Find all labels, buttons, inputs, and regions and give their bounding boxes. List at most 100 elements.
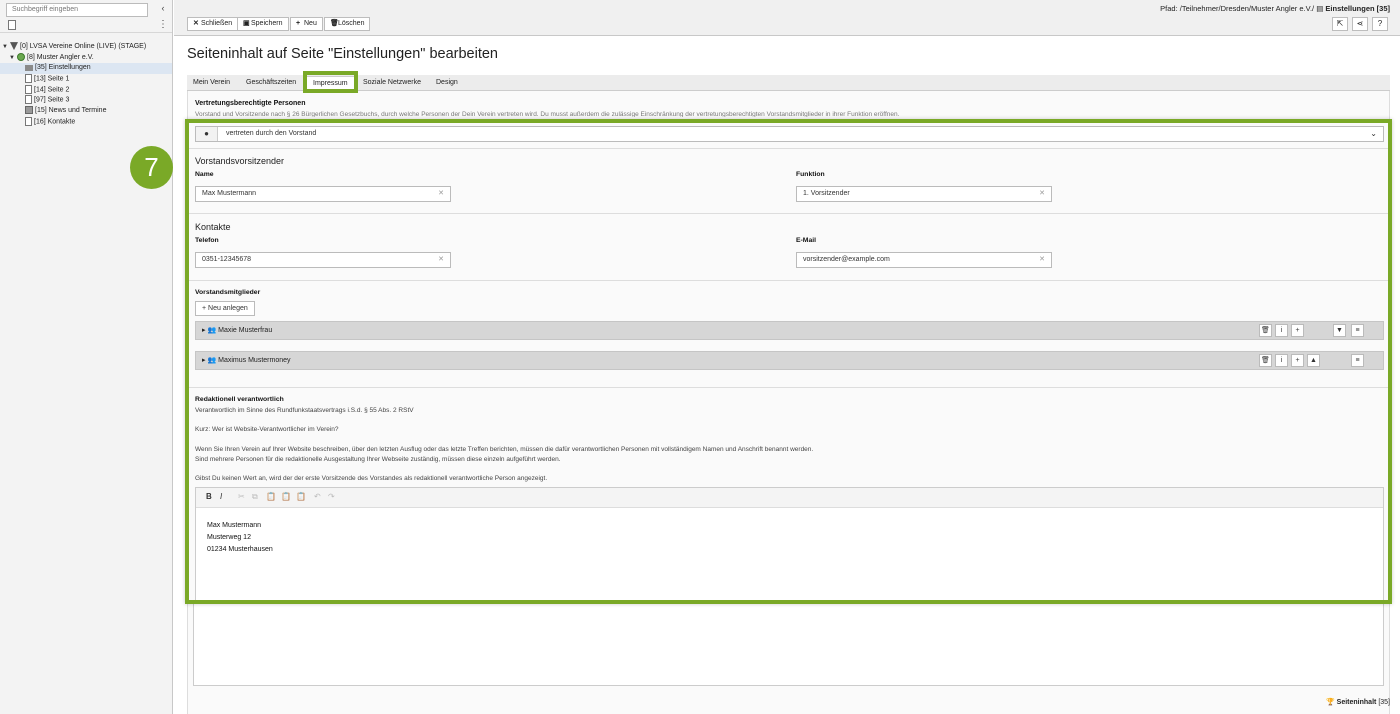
expand-icon[interactable]: ▼ — [2, 42, 10, 53]
plus-icon[interactable]: + — [1291, 324, 1304, 337]
phone-field[interactable]: 0351-12345678 ✕ — [195, 252, 451, 268]
step-badge: 7 — [130, 146, 173, 189]
representation-select[interactable]: ● vertreten durch den Vorstand ⌄ — [195, 126, 1384, 142]
rte-line: 01234 Musterhausen — [207, 546, 273, 553]
tab-mein-verein[interactable]: Mein Verein — [187, 76, 236, 90]
email-value: vorsitzender@example.com — [803, 256, 890, 263]
share-icon[interactable]: ⋖ — [1352, 17, 1368, 31]
tree-item-seite-1[interactable]: [13] Seite 1 — [0, 74, 172, 85]
editorial-title: Redaktionell verantwortlich — [195, 396, 284, 403]
tree-toolbar: ⋮ — [0, 19, 172, 33]
more-options-icon[interactable]: ⋮ — [158, 19, 168, 30]
tree-item-kontakte[interactable]: [16] Kontakte — [0, 116, 172, 128]
drag-handle-icon[interactable]: ≡ — [1351, 324, 1364, 337]
undo-icon[interactable]: ↶ — [314, 492, 321, 501]
expand-icon[interactable]: ▼ — [9, 53, 17, 64]
section-title: Vertretungsberechtigte Personen — [195, 100, 306, 107]
new-member-button[interactable]: + Neu anlegen — [195, 301, 255, 316]
copy-icon[interactable]: ⧉ — [252, 492, 258, 502]
rte-toolbar: B I ✂ ⧉ 📋 📋 📋 ↶ ↷ — [196, 488, 1383, 508]
members-label: Vorstandsmitglieder — [195, 289, 261, 296]
info-icon[interactable]: i — [1275, 324, 1288, 337]
news-icon — [25, 106, 33, 115]
tab-design[interactable]: Design — [430, 76, 464, 90]
page-tree-panel: Suchbegriff eingeben ‹ ⋮ ▼ [0] LVSA Verei… — [0, 0, 173, 714]
delete-button[interactable]: 🗑Löschen — [324, 17, 371, 31]
bold-icon[interactable]: B — [206, 492, 212, 501]
expand-icon[interactable]: ▸ — [202, 327, 206, 334]
clear-icon[interactable]: ✕ — [438, 253, 444, 267]
trophy-icon: 🏆 — [1326, 699, 1335, 706]
tab-highlight-frame — [303, 71, 358, 93]
info-icon[interactable]: i — [1275, 354, 1288, 367]
page-title: Seiteninhalt auf Seite "Einstellungen" b… — [187, 46, 498, 62]
trash-icon[interactable]: 🗑 — [1259, 354, 1272, 367]
clear-icon[interactable]: ✕ — [1039, 253, 1045, 267]
tab-soziale-netzwerke[interactable]: Soziale Netzwerke — [357, 76, 427, 90]
page-icon — [25, 116, 32, 126]
footer-id: [35] — [1378, 699, 1390, 706]
expand-icon[interactable]: ▸ — [202, 357, 206, 364]
tree-item-seite-3[interactable]: [97] Seite 3 — [0, 95, 172, 106]
highlight-frame: ● vertreten durch den Vorstand ⌄ Vorstan… — [185, 119, 1392, 604]
breadcrumb-current: Einstellungen [35] — [1325, 4, 1390, 13]
member-name: Maximus Mustermoney — [218, 357, 291, 364]
clear-icon[interactable]: ✕ — [438, 187, 444, 201]
member-row[interactable]: ▸ 👥 Maximus Mustermoney 🗑 i + ▲ ≡ — [195, 351, 1384, 370]
paste-text-icon[interactable]: 📋 — [281, 492, 291, 501]
save-button[interactable]: ▣Speichern — [237, 17, 289, 31]
function-value: 1. Vorsitzender — [803, 190, 850, 197]
italic-icon[interactable]: I — [220, 492, 222, 501]
open-external-icon[interactable]: ⇱ — [1332, 17, 1348, 31]
clear-icon[interactable]: ✕ — [1039, 187, 1045, 201]
paste-word-icon[interactable]: 📋 — [296, 492, 306, 501]
rte-lower-area[interactable] — [193, 604, 1384, 686]
doc-header-toolbar: Pfad: /Teilnehmer/Dresden/Muster Angler … — [174, 0, 1400, 36]
tab-geschaeftszeiten[interactable]: Geschäftszeiten — [240, 76, 302, 90]
redo-icon[interactable]: ↷ — [328, 492, 335, 501]
tree-item-site[interactable]: ▼ [8] Muster Angler e.V. — [0, 52, 172, 64]
divider — [189, 148, 1388, 149]
rich-text-editor[interactable]: B I ✂ ⧉ 📋 📋 📋 ↶ ↷ Max Mustermann Musterw… — [195, 487, 1384, 600]
email-field[interactable]: vorsitzender@example.com ✕ — [796, 252, 1052, 268]
move-down-icon[interactable]: ▼ — [1333, 324, 1346, 337]
tree-item-label: [13] Seite 1 — [34, 75, 70, 83]
user-icon: ● — [196, 127, 218, 141]
chairman-heading: Vorstandsvorsitzender — [195, 156, 285, 166]
tree-item-label: [97] Seite 3 — [34, 96, 70, 104]
function-field[interactable]: 1. Vorsitzender ✕ — [796, 186, 1052, 202]
section-description: Vorstand und Vorsitzende nach § 26 Bürge… — [195, 111, 900, 117]
plus-icon: + — [296, 20, 301, 27]
rte-line: Musterweg 12 — [207, 534, 251, 541]
page-tree: ▼ [0] LVSA Vereine Online (LIVE) (STAGE) … — [0, 42, 172, 128]
tree-item-root[interactable]: ▼ [0] LVSA Vereine Online (LIVE) (STAGE) — [0, 42, 172, 53]
page-settings-icon: ▤ — [1316, 4, 1324, 13]
move-up-icon[interactable]: ▲ — [1307, 354, 1320, 367]
member-row[interactable]: ▸ 👥 Maxie Musterfrau 🗑 i + ▼ ≡ — [195, 321, 1384, 340]
divider — [189, 280, 1388, 281]
save-icon: ▣ — [243, 20, 250, 27]
settings-folder-icon — [25, 64, 33, 71]
tree-item-label: [14] Seite 2 — [34, 86, 70, 94]
member-name: Maxie Musterfrau — [218, 327, 273, 334]
new-page-icon[interactable] — [8, 20, 16, 30]
new-button[interactable]: + Neu — [290, 17, 323, 31]
name-field[interactable]: Max Mustermann ✕ — [195, 186, 451, 202]
tree-item-einstellungen[interactable]: [35] Einstellungen — [0, 63, 172, 75]
tree-item-seite-2[interactable]: [14] Seite 2 — [0, 84, 172, 96]
paste-icon[interactable]: 📋 — [266, 492, 276, 501]
plus-icon[interactable]: + — [1291, 354, 1304, 367]
editorial-text: Gibst Du keinen Wert an, wird der der er… — [195, 475, 548, 482]
close-button[interactable]: ✕ Schließen — [187, 17, 239, 31]
help-icon[interactable]: ? — [1372, 17, 1388, 31]
cut-icon[interactable]: ✂ — [238, 492, 245, 501]
breadcrumb-path: Pfad: /Teilnehmer/Dresden/Muster Angler … — [1160, 4, 1315, 13]
footer-label: Seiteninhalt — [1336, 699, 1377, 706]
name-value: Max Mustermann — [202, 190, 257, 197]
collapse-sidebar-icon[interactable]: ‹ — [158, 3, 168, 13]
trash-icon[interactable]: 🗑 — [1259, 324, 1272, 337]
tree-item-news[interactable]: [15] News und Termine — [0, 106, 172, 117]
drag-handle-icon[interactable]: ≡ — [1351, 354, 1364, 367]
tree-search-input[interactable]: Suchbegriff eingeben — [6, 3, 148, 17]
page-icon — [25, 84, 32, 94]
